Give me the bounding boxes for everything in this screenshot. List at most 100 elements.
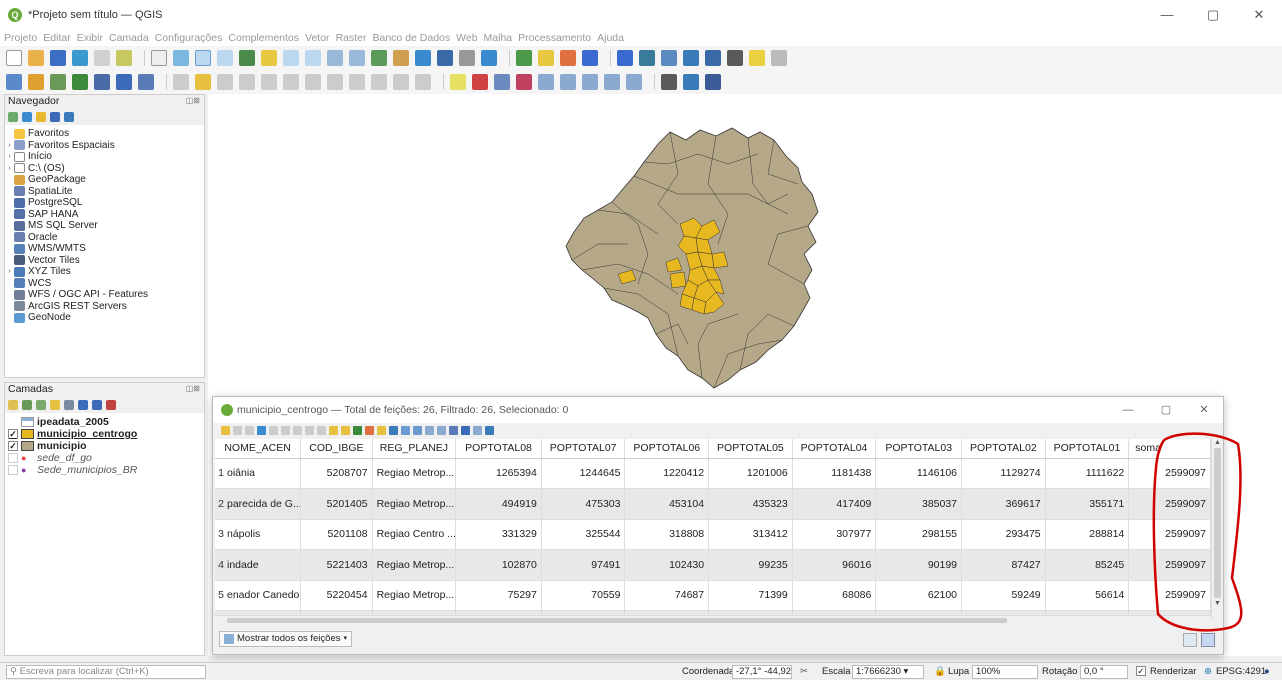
table-cell[interactable]: 1220412 bbox=[624, 458, 710, 489]
table-cell[interactable]: 2599097 bbox=[1128, 519, 1211, 550]
copy-icon[interactable] bbox=[305, 425, 314, 435]
bookmark-icon[interactable] bbox=[415, 50, 431, 66]
filter-legend-icon[interactable] bbox=[50, 400, 60, 410]
menu-web[interactable]: Web bbox=[456, 32, 477, 44]
refresh-icon[interactable] bbox=[481, 50, 497, 66]
cut-features-icon[interactable] bbox=[327, 74, 343, 90]
add-layer-icon[interactable] bbox=[8, 112, 18, 122]
layer-municipio[interactable]: ✓ municipio bbox=[5, 440, 204, 452]
minimize-button[interactable]: — bbox=[1144, 0, 1190, 30]
expand-arrow-icon[interactable]: › bbox=[5, 165, 14, 172]
column-header-cod-ibge[interactable]: COD_IBGE bbox=[300, 439, 373, 459]
browser-item-wms[interactable]: WMS/WMTS bbox=[5, 243, 204, 255]
scale-combobox[interactable]: 1:7666230 ▾ bbox=[852, 665, 924, 679]
table-cell[interactable]: 5 enador Canedo bbox=[215, 580, 302, 611]
current-edits-icon[interactable] bbox=[173, 74, 189, 90]
help-icon[interactable] bbox=[705, 74, 721, 90]
form-view-icon[interactable] bbox=[1183, 633, 1197, 647]
menu-projeto[interactable]: Projeto bbox=[4, 32, 37, 44]
column-header-poptotal06[interactable]: POPTOTAL06 bbox=[624, 439, 710, 459]
maximize-button[interactable]: ▢ bbox=[1190, 0, 1236, 30]
menu-banco-de-dados[interactable]: Banco de Dados bbox=[373, 32, 451, 44]
table-cell[interactable]: 5221403 bbox=[300, 549, 373, 581]
move-label-icon[interactable] bbox=[560, 74, 576, 90]
table-cell[interactable]: 90199 bbox=[875, 549, 963, 581]
table-cell[interactable]: 5201108 bbox=[300, 519, 373, 550]
zoom-next-icon[interactable] bbox=[349, 50, 365, 66]
menu-editar[interactable]: Editar bbox=[43, 32, 70, 44]
table-cell[interactable]: 3 nápolis bbox=[215, 519, 302, 550]
table-cell[interactable]: 288814 bbox=[1045, 519, 1130, 550]
new-virtual-layer-icon[interactable] bbox=[116, 74, 132, 90]
deselect-all-icon[interactable] bbox=[365, 425, 374, 435]
zoom-to-selected-icon[interactable] bbox=[413, 425, 422, 435]
menu-processamento[interactable]: Processamento bbox=[518, 32, 591, 44]
table-cell[interactable]: 59249 bbox=[961, 580, 1046, 611]
select-icon[interactable] bbox=[538, 50, 554, 66]
field-calculator-icon[interactable] bbox=[449, 425, 458, 435]
change-label-icon[interactable] bbox=[582, 74, 598, 90]
locator-search-input[interactable]: ⚲ Escreva para localizar (Ctrl+K) bbox=[6, 665, 206, 679]
table-cell[interactable]: 2599097 bbox=[1128, 549, 1211, 581]
toggle-editing-icon[interactable] bbox=[195, 74, 211, 90]
table-cell[interactable]: 96016 bbox=[792, 549, 877, 581]
table-cell[interactable]: 97491 bbox=[541, 549, 626, 581]
row-number[interactable]: 1 bbox=[215, 467, 227, 479]
browser-item-geopackage[interactable]: GeoPackage bbox=[5, 174, 204, 186]
layer-visibility-checkbox[interactable]: ✓ bbox=[8, 441, 18, 451]
row-number[interactable]: 2 bbox=[215, 498, 227, 510]
table-cell[interactable]: Regiao Metrop... bbox=[372, 488, 457, 520]
table-cell[interactable]: 2599097 bbox=[1128, 488, 1211, 520]
new-3d-view-icon[interactable] bbox=[393, 50, 409, 66]
table-cell[interactable]: 70559 bbox=[541, 580, 626, 611]
table-cell[interactable]: 385037 bbox=[875, 488, 963, 520]
column-header-poptotal07[interactable]: POPTOTAL07 bbox=[541, 439, 626, 459]
reload-icon[interactable] bbox=[257, 425, 266, 435]
table-cell[interactable]: Regiao Centro ... bbox=[372, 519, 457, 550]
browser-item-star[interactable]: Favoritos bbox=[5, 128, 204, 140]
copy-features-icon[interactable] bbox=[349, 74, 365, 90]
open-table-icon[interactable] bbox=[705, 50, 721, 66]
statistics-icon[interactable] bbox=[683, 50, 699, 66]
layer-visibility-checkbox[interactable] bbox=[8, 465, 18, 475]
close-button[interactable]: ✕ bbox=[1236, 0, 1282, 30]
browser-item-xyz-tiles[interactable]: › XYZ Tiles bbox=[5, 266, 204, 278]
row-number[interactable]: 3 bbox=[215, 528, 227, 540]
table-row[interactable]: 4 indade 5221403 Regiao Metrop... 102870 9749… bbox=[215, 549, 1211, 581]
select-all-icon[interactable] bbox=[341, 425, 350, 435]
layer-visibility-checkbox[interactable] bbox=[8, 453, 18, 463]
show-all-features-dropdown[interactable]: Mostrar todos os feições ▾ bbox=[219, 631, 353, 647]
table-cell[interactable]: 1181438 bbox=[792, 458, 877, 489]
highlight-labels-icon[interactable] bbox=[516, 74, 532, 90]
conditional-formatting-icon[interactable] bbox=[461, 425, 470, 435]
browser-item-drive[interactable]: › C:\ (OS) bbox=[5, 163, 204, 175]
table-cell[interactable]: 74687 bbox=[624, 580, 710, 611]
layer-sede-municipios-br[interactable]: ● Sede_municipios_BR bbox=[5, 464, 204, 476]
add-feature-icon[interactable] bbox=[269, 425, 278, 435]
browser-item-home-folder[interactable]: › Início bbox=[5, 151, 204, 163]
column-header-poptotal04[interactable]: POPTOTAL04 bbox=[792, 439, 877, 459]
field-calculator-icon[interactable] bbox=[639, 50, 655, 66]
info-icon[interactable] bbox=[64, 112, 74, 122]
pin-labels-icon[interactable] bbox=[494, 74, 510, 90]
browser-item-geonode[interactable]: GeoNode bbox=[5, 312, 204, 324]
delete-field-icon[interactable] bbox=[437, 425, 446, 435]
layer-labeling-icon[interactable] bbox=[472, 74, 488, 90]
table-cell[interactable]: 4 indade bbox=[215, 549, 302, 581]
table-cell[interactable]: 5220454 bbox=[300, 580, 373, 611]
table-cell[interactable]: 298155 bbox=[875, 519, 963, 550]
python-console-icon[interactable] bbox=[683, 74, 699, 90]
table-row[interactable]: 5 enador Canedo 5220454 Regiao Metrop... 752… bbox=[215, 580, 1211, 611]
pan-to-selection-icon[interactable] bbox=[173, 50, 189, 66]
table-cell[interactable]: 494919 bbox=[455, 488, 542, 520]
remove-layer-icon[interactable] bbox=[106, 400, 116, 410]
column-header-poptotal01[interactable]: POPTOTAL01 bbox=[1045, 439, 1130, 459]
table-cell[interactable]: 313412 bbox=[708, 519, 793, 550]
move-selection-top-icon[interactable] bbox=[389, 425, 398, 435]
layer-sede-df-go[interactable]: ● sede_df_go bbox=[5, 452, 204, 464]
expand-all-icon[interactable] bbox=[78, 400, 88, 410]
table-cell[interactable]: 2 parecida de G... bbox=[215, 488, 302, 520]
magnifier-field[interactable]: 100% bbox=[972, 665, 1038, 679]
menu-raster[interactable]: Raster bbox=[336, 32, 367, 44]
plugin-icon[interactable] bbox=[661, 74, 677, 90]
